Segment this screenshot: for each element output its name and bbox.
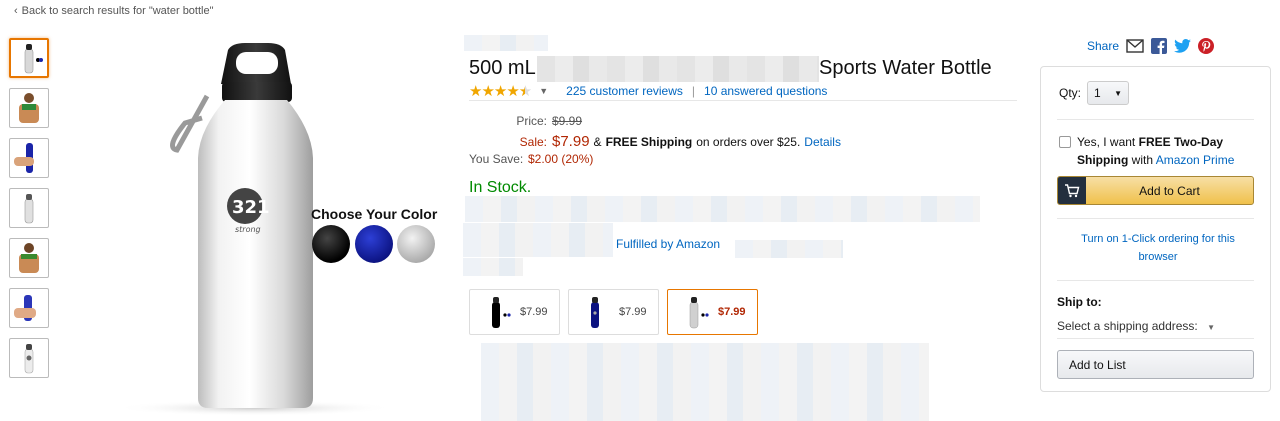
shipping-address-label: Select a shipping address: [1057, 319, 1198, 333]
redacted-title [537, 56, 819, 82]
price-block: Price: $9.99 Sale: $7.99 & FREE Shipping… [469, 114, 841, 171]
ship-to-label: Ship to: [1057, 295, 1102, 309]
person-icon [19, 93, 39, 123]
thumbnail-bottle-silver[interactable] [9, 38, 49, 78]
divider [1057, 338, 1254, 339]
pinterest-icon[interactable] [1198, 38, 1215, 54]
list-price: $9.99 [552, 114, 583, 128]
share-row: Share [1087, 38, 1215, 54]
back-to-results-link[interactable]: ‹ Back to search results for "water bottl… [14, 5, 214, 17]
divider [1057, 218, 1254, 219]
choose-color-label: Choose Your Color [311, 206, 438, 222]
thumbnail-person-lifestyle-2[interactable] [9, 238, 49, 278]
product-main-image[interactable]: 321 strong [95, 38, 450, 418]
variant-black[interactable]: $7.99 [469, 289, 560, 335]
chevron-down-icon: ▼ [1114, 88, 1123, 98]
add-to-list-label: Add to List [1069, 357, 1126, 372]
bottle-icon [24, 194, 34, 224]
email-icon[interactable] [1126, 39, 1144, 53]
redacted-brand [464, 35, 548, 51]
rating-row: ★★★★★ ▼ 225 customer reviews | 10 answer… [469, 82, 827, 100]
bottle-icon [24, 344, 34, 374]
back-link-label: Back to search results for "water bottle… [21, 5, 214, 17]
redacted-seller-line-1 [465, 196, 980, 222]
divider [1057, 119, 1254, 120]
price-label: Price: [516, 114, 547, 128]
prime-text-pre: Yes, I want [1077, 135, 1136, 149]
variant-blue[interactable]: $7.99 [568, 289, 659, 335]
answered-questions-link[interactable]: 10 answered questions [704, 84, 827, 98]
chevron-left-icon: ‹ [14, 5, 18, 17]
variant-black-price: $7.99 [520, 306, 548, 318]
quantity-row: Qty: 1 ▼ [1059, 81, 1130, 105]
color-swatch-black[interactable] [312, 225, 350, 263]
prime-option: Yes, I want FREE Two-Day Shipping with A… [1059, 133, 1234, 169]
divider [1057, 280, 1254, 281]
redacted-description [481, 343, 929, 421]
blue-bottle-icon [591, 297, 599, 328]
bottle-icon [24, 44, 43, 74]
shipping-address-dropdown[interactable]: Select a shipping address: ▼ [1057, 319, 1215, 333]
shipping-condition: on orders over $25. [696, 135, 801, 149]
product-title-start: 500 mL [469, 57, 536, 79]
amazon-prime-link[interactable]: Amazon Prime [1156, 153, 1235, 167]
black-bottle-icon [492, 297, 511, 328]
quantity-select[interactable]: 1 ▼ [1087, 81, 1130, 105]
hand-bottle-icon [14, 143, 34, 173]
cart-icon [1058, 177, 1086, 204]
redacted-seller-line-2 [463, 223, 613, 257]
product-title-end: Sports Water Bottle [819, 57, 992, 79]
star-rating-icon[interactable]: ★★★★★ [469, 82, 532, 100]
sale-label: Sale: [519, 135, 547, 149]
prime-free-shipping-second: Shipping [1077, 153, 1129, 167]
person-icon [19, 243, 39, 273]
savings-amount: $2.00 (20%) [528, 152, 594, 166]
stock-status: In Stock. [469, 179, 532, 196]
thumbnail-person-lifestyle[interactable] [9, 88, 49, 128]
add-to-cart-label: Add to Cart [1139, 183, 1200, 198]
variant-silver-price: $7.99 [718, 306, 746, 318]
chevron-down-icon: ▼ [1207, 323, 1216, 332]
fulfilled-by-amazon-link[interactable]: Fulfilled by Amazon [616, 237, 720, 251]
qty-label: Qty: [1059, 86, 1082, 100]
chevron-down-icon[interactable]: ▼ [539, 86, 548, 96]
free-shipping-label: FREE Shipping [605, 135, 693, 149]
thumbnail-silver-bottle[interactable] [9, 188, 49, 228]
title-divider [469, 100, 1017, 101]
separator: | [691, 84, 696, 98]
thumbnail-hand-blue-bottle[interactable] [9, 138, 49, 178]
facebook-icon[interactable] [1151, 38, 1168, 54]
prime-with: with [1131, 153, 1154, 167]
you-save-label: You Save: [469, 152, 524, 166]
qty-value: 1 [1094, 86, 1101, 100]
variant-silver-selected[interactable]: $7.99 [667, 289, 758, 335]
hand-bottle-icon [14, 295, 36, 321]
buy-box: Qty: 1 ▼ Yes, I want FREE Two-Day Shippi… [1040, 66, 1271, 392]
redacted-seller-line-3 [735, 240, 843, 258]
variant-blue-price: $7.99 [619, 306, 647, 318]
shipping-details-link[interactable]: Details [804, 135, 841, 149]
twitter-icon[interactable] [1174, 39, 1191, 53]
one-click-link[interactable]: Turn on 1-Click ordering for this browse… [1063, 230, 1253, 266]
thumbnail-silver-bottle-2[interactable] [9, 338, 49, 378]
color-swatch-silver[interactable] [397, 225, 435, 263]
add-to-list-button[interactable]: Add to List [1057, 350, 1254, 379]
svg-text:strong: strong [235, 225, 261, 234]
silver-bottle-icon [689, 297, 709, 329]
thumbnail-strip [9, 38, 51, 388]
prime-free-shipping-first: FREE Two-Day [1138, 135, 1224, 149]
prime-checkbox[interactable] [1059, 136, 1071, 148]
shipping-amp: & [593, 135, 602, 149]
share-label: Share [1087, 39, 1120, 53]
svg-text:321: 321 [232, 197, 270, 218]
customer-reviews-link[interactable]: 225 customer reviews [566, 84, 683, 98]
color-swatch-blue[interactable] [355, 225, 393, 263]
sale-price: $7.99 [552, 133, 590, 150]
add-to-cart-button[interactable]: Add to Cart [1057, 176, 1254, 205]
redacted-seller-line-4 [463, 258, 523, 276]
thumbnail-hand-bottle-2[interactable] [9, 288, 49, 328]
